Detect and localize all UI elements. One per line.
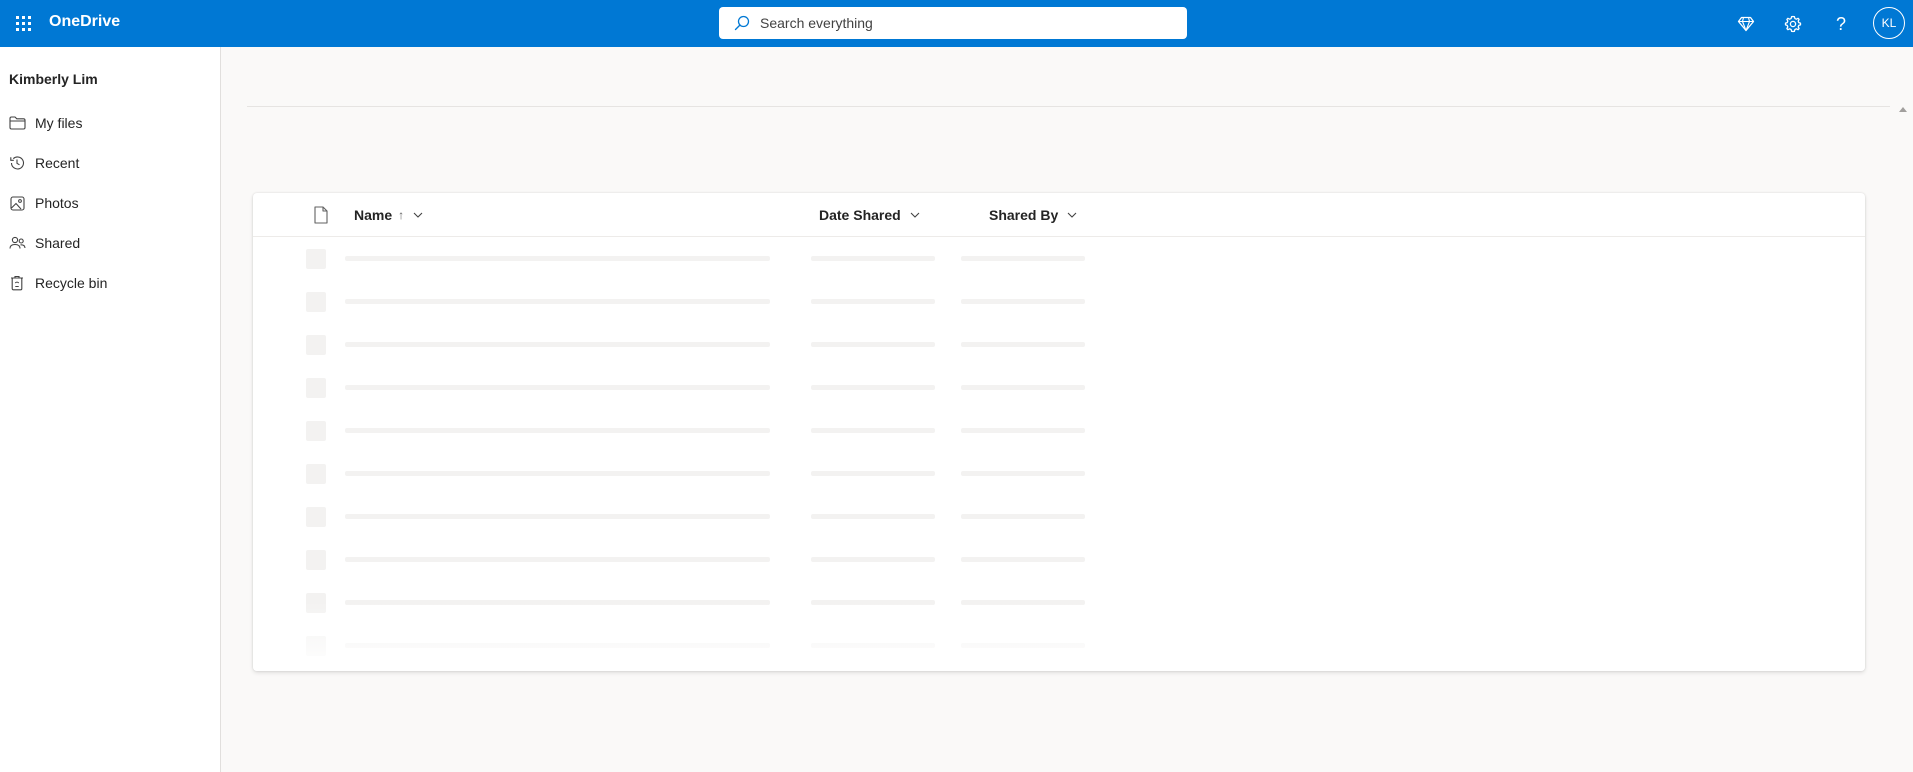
premium-diamond-icon [1737, 16, 1755, 32]
skeleton-row [253, 324, 1865, 367]
file-type-icon[interactable] [313, 206, 329, 224]
skeleton-icon-placeholder [306, 550, 326, 570]
skeleton-text-placeholder [961, 428, 1085, 433]
sidebar-item-label: Recycle bin [35, 275, 108, 291]
scroll-up-arrow-icon[interactable] [1899, 106, 1907, 112]
skeleton-text-placeholder [811, 557, 935, 562]
image-icon [8, 194, 26, 212]
avatar[interactable]: KL [1873, 7, 1905, 39]
gear-icon [1784, 15, 1802, 33]
chevron-down-icon [413, 212, 423, 218]
search-box[interactable] [719, 7, 1187, 39]
search-icon [734, 15, 750, 31]
sidebar-item-recycle-bin[interactable]: Recycle bin [0, 265, 220, 301]
column-header-date-shared-label: Date Shared [819, 207, 901, 223]
history-icon [8, 154, 26, 172]
skeleton-text-placeholder [961, 471, 1085, 476]
sidebar-item-label: Recent [35, 155, 80, 171]
skeleton-text-placeholder [961, 557, 1085, 562]
skeleton-text-placeholder [811, 428, 935, 433]
skeleton-row [253, 410, 1865, 453]
skeleton-icon-placeholder [306, 249, 326, 269]
chevron-down-icon [1067, 212, 1077, 218]
skeleton-icon-placeholder [306, 378, 326, 398]
skeleton-text-placeholder [811, 342, 935, 347]
trash-icon [8, 274, 26, 292]
skeleton-text-placeholder [961, 385, 1085, 390]
sort-ascending-icon: ↑ [398, 208, 405, 222]
sidebar-item-my-files[interactable]: My files [0, 105, 220, 141]
column-header-name-label: Name [354, 207, 393, 223]
sidebar: Kimberly Lim My files Recent Photos Shar… [0, 47, 221, 772]
folder-icon [8, 114, 26, 132]
app-launcher-button[interactable] [5, 5, 41, 41]
list-fade [253, 601, 1865, 671]
skeleton-icon-placeholder [306, 335, 326, 355]
sidebar-item-label: Photos [35, 195, 79, 211]
skeleton-text-placeholder [811, 385, 935, 390]
sidebar-item-label: My files [35, 115, 83, 131]
column-header-name[interactable]: Name ↑ [354, 193, 423, 237]
file-list-header: Name ↑ Date Shared Shared By [253, 193, 1865, 237]
file-list: Name ↑ Date Shared Shared By [253, 193, 1865, 671]
command-bar-divider [247, 106, 1890, 107]
skeleton-text-placeholder [961, 299, 1085, 304]
column-header-shared-by[interactable]: Shared By [989, 193, 1077, 237]
app-name[interactable]: OneDrive [49, 13, 120, 31]
skeleton-text-placeholder [345, 299, 770, 304]
skeleton-text-placeholder [345, 471, 770, 476]
skeleton-row [253, 539, 1865, 582]
skeleton-text-placeholder [345, 256, 770, 261]
sidebar-item-label: Shared [35, 235, 81, 251]
help-button[interactable]: ? [1822, 5, 1860, 43]
skeleton-text-placeholder [345, 385, 770, 390]
skeleton-text-placeholder [961, 514, 1085, 519]
skeleton-text-placeholder [345, 557, 770, 562]
skeleton-text-placeholder [961, 256, 1085, 261]
chevron-down-icon [910, 212, 920, 218]
skeleton-text-placeholder [961, 342, 1085, 347]
skeleton-icon-placeholder [306, 464, 326, 484]
skeleton-text-placeholder [345, 428, 770, 433]
skeleton-icon-placeholder [306, 421, 326, 441]
skeleton-row [253, 238, 1865, 281]
sidebar-item-photos[interactable]: Photos [0, 185, 220, 221]
people-icon [8, 234, 26, 252]
skeleton-row [253, 453, 1865, 496]
column-header-shared-by-label: Shared By [989, 207, 1059, 223]
skeleton-text-placeholder [811, 299, 935, 304]
skeleton-icon-placeholder [306, 507, 326, 527]
premium-button[interactable] [1727, 5, 1765, 43]
skeleton-text-placeholder [811, 256, 935, 261]
waffle-icon [15, 15, 31, 31]
skeleton-row [253, 367, 1865, 410]
skeleton-row [253, 281, 1865, 324]
skeleton-text-placeholder [811, 471, 935, 476]
top-bar: OneDrive ? KL [0, 0, 1913, 47]
column-header-date-shared[interactable]: Date Shared [819, 193, 920, 237]
skeleton-row [253, 496, 1865, 539]
settings-button[interactable] [1774, 5, 1812, 43]
help-icon: ? [1835, 13, 1846, 34]
skeleton-text-placeholder [345, 342, 770, 347]
skeleton-text-placeholder [345, 514, 770, 519]
sidebar-user-name: Kimberly Lim [9, 71, 98, 87]
skeleton-text-placeholder [811, 514, 935, 519]
sidebar-item-shared[interactable]: Shared [0, 225, 220, 261]
search-input[interactable] [760, 15, 1160, 31]
sidebar-item-recent[interactable]: Recent [0, 145, 220, 181]
skeleton-icon-placeholder [306, 292, 326, 312]
